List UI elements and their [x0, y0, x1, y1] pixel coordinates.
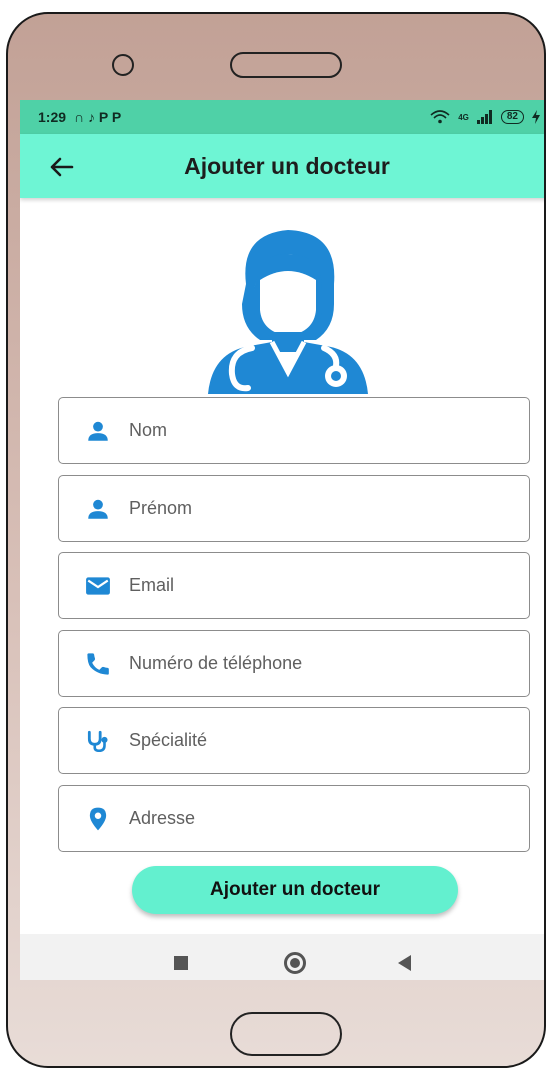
specialite-field[interactable]: [58, 707, 530, 774]
system-nav-bar: [20, 934, 544, 980]
email-input[interactable]: [129, 553, 519, 618]
adresse-field[interactable]: [58, 785, 530, 852]
location-pin-icon: [89, 807, 107, 830]
phone-input[interactable]: [129, 631, 519, 696]
stethoscope-icon: [87, 730, 108, 752]
charging-icon: [532, 110, 540, 124]
nom-input[interactable]: [129, 398, 519, 463]
phone-field[interactable]: [58, 630, 530, 697]
specialite-input[interactable]: [129, 708, 519, 773]
mail-icon: [86, 576, 110, 595]
phone-icon: [87, 652, 109, 675]
app-bar: Ajouter un docteur: [20, 134, 544, 198]
prenom-input[interactable]: [129, 476, 519, 541]
page-title: Ajouter un docteur: [184, 153, 390, 179]
wifi-icon: [430, 110, 450, 124]
person-icon: [88, 421, 108, 441]
email-field[interactable]: [58, 552, 530, 619]
status-left: 1:29 ∩ ♪ P P: [38, 109, 121, 125]
battery-level: 82: [500, 110, 524, 124]
notification-icons: ∩ ♪ P P: [74, 109, 122, 125]
nom-field[interactable]: [58, 397, 530, 464]
hardware-home-button: [230, 1012, 342, 1056]
front-camera: [112, 54, 134, 76]
doctor-avatar-icon: [208, 230, 368, 394]
home-icon[interactable]: [284, 952, 306, 974]
nav-back-icon[interactable]: [398, 955, 411, 971]
status-right: 4G 82: [430, 110, 540, 124]
adresse-input[interactable]: [129, 786, 519, 851]
network-type: 4G: [458, 112, 469, 122]
add-doctor-button[interactable]: Ajouter un docteur: [132, 866, 458, 914]
earpiece-speaker: [230, 52, 342, 78]
status-time: 1:29: [38, 109, 67, 125]
phone-frame: 1:29 ∩ ♪ P P 4G 82 Ajouter un docteur No…: [6, 12, 546, 1068]
person-icon: [88, 499, 108, 519]
app-screen: 1:29 ∩ ♪ P P 4G 82 Ajouter un docteur No…: [20, 100, 544, 980]
prenom-field[interactable]: [58, 475, 530, 542]
signal-icon: [476, 110, 492, 124]
recents-icon[interactable]: [174, 956, 188, 970]
status-bar: 1:29 ∩ ♪ P P 4G 82: [20, 100, 544, 134]
